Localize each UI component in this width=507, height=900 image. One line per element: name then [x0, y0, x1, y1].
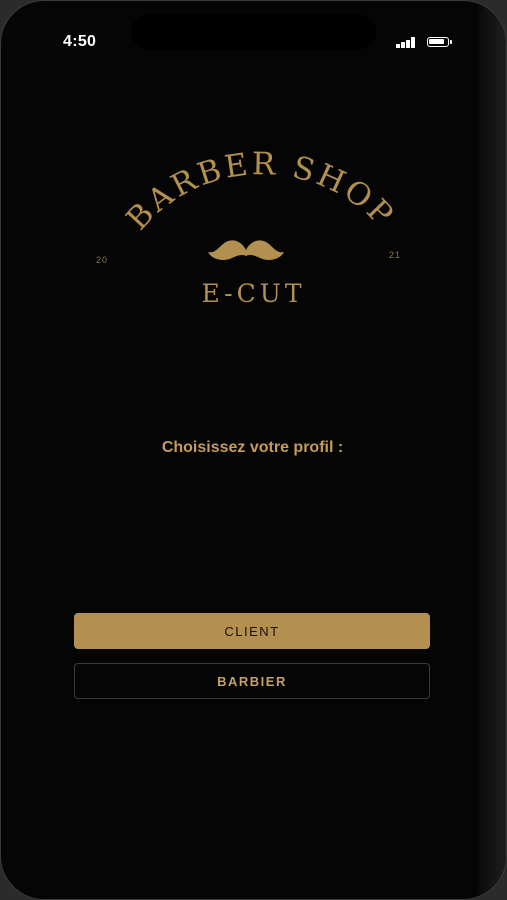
status-time: 4:50	[63, 33, 97, 50]
logo-arc-text: BARBER SHOP	[120, 146, 399, 237]
profile-prompt: Choisissez votre profil :	[161, 439, 344, 456]
logo-year-left: 20	[96, 255, 109, 265]
client-button[interactable]: CLIENT	[74, 613, 430, 649]
battery-icon	[427, 37, 452, 47]
svg-text:BARBER SHOP: BARBER SHOP	[120, 146, 402, 237]
app-screen: 4:50 BARBER SHOP 20 21 E-CUT Choisissez …	[0, 0, 507, 900]
cellular-signal-icon	[396, 37, 416, 48]
barbier-button[interactable]: BARBIER	[74, 663, 430, 699]
camera-notch	[131, 15, 376, 49]
brand-name: E-CUT	[201, 279, 306, 308]
logo-year-right: 21	[389, 250, 402, 260]
status-bar: 4:50	[1, 1, 506, 81]
mustache-icon	[208, 240, 284, 260]
phone-frame: 4:50 BARBER SHOP 20 21 E-CUT Choisissez …	[0, 0, 507, 900]
